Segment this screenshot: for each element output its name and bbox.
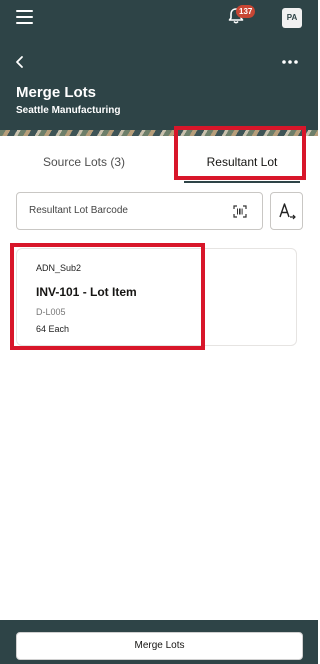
tab-bar: Source Lots (3) Resultant Lot bbox=[0, 142, 318, 183]
card-subinventory: ADN_Sub2 bbox=[36, 263, 82, 273]
merge-lots-button[interactable]: Merge Lots bbox=[16, 632, 303, 660]
page-subtitle: Seattle Manufacturing bbox=[16, 105, 121, 116]
lot-card[interactable]: ADN_Sub2 INV-101 - Lot Item D-L005 64 Ea… bbox=[16, 248, 297, 346]
card-lot-number: D-L005 bbox=[36, 307, 66, 317]
more-icon[interactable] bbox=[280, 56, 300, 68]
header-pattern bbox=[0, 130, 318, 136]
notification-badge: 137 bbox=[236, 5, 256, 18]
resultant-lot-barcode-input[interactable]: Resultant Lot Barcode bbox=[16, 192, 263, 230]
search-placeholder: Resultant Lot Barcode bbox=[29, 205, 128, 216]
sort-icon bbox=[279, 203, 296, 220]
avatar[interactable]: PA bbox=[282, 8, 302, 28]
page-title: Merge Lots bbox=[16, 84, 97, 101]
barcode-scan-icon[interactable] bbox=[233, 205, 247, 218]
tab-resultant-lot[interactable]: Resultant Lot bbox=[178, 142, 306, 183]
tab-source-lots[interactable]: Source Lots (3) bbox=[20, 142, 148, 182]
top-bar: 137 PA bbox=[0, 0, 318, 36]
back-arrow-icon[interactable] bbox=[12, 54, 28, 70]
sort-button[interactable] bbox=[270, 192, 303, 230]
card-item-title: INV-101 - Lot Item bbox=[36, 285, 137, 299]
hamburger-icon[interactable] bbox=[16, 10, 33, 24]
card-quantity: 64 Each bbox=[36, 324, 70, 334]
